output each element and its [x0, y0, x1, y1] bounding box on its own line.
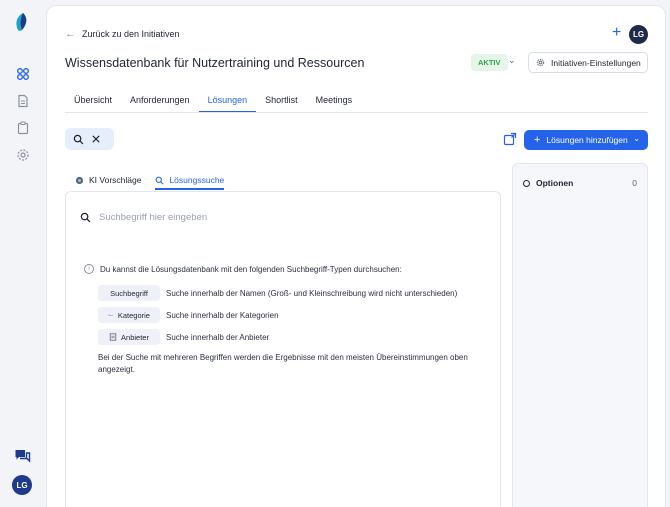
add-solutions-button[interactable]: + Lösungen hinzufügen ⌄: [524, 130, 648, 150]
search-type-desc: Suche innerhalb der Anbieter: [166, 332, 270, 342]
export-icon[interactable]: [503, 132, 517, 146]
status-badge[interactable]: AKTIV: [471, 54, 508, 71]
options-label: Optionen: [536, 178, 574, 188]
info-intro: i Du kannst die Lösungsdatenbank mit den…: [84, 264, 402, 274]
app-logo-icon[interactable]: [14, 12, 30, 32]
options-panel: Optionen 0: [512, 163, 648, 507]
solution-subtabs: KI Vorschläge Lösungssuche: [75, 173, 238, 190]
tab-solutions[interactable]: Lösungen: [198, 91, 257, 113]
tab-shortlist[interactable]: Shortlist: [256, 91, 307, 113]
page-title: Wissensdatenbank für Nutzertraining und …: [65, 56, 365, 70]
subtab-search-label: Lösungssuche: [169, 175, 225, 185]
tab-bar: Übersicht Anforderungen Lösungen Shortli…: [65, 91, 361, 113]
user-avatar-top[interactable]: LG: [629, 25, 648, 44]
chip-label: Suchbegriff: [110, 288, 148, 298]
plus-icon[interactable]: +: [612, 25, 621, 41]
gear-icon: [536, 58, 545, 67]
arrow-left-icon: ←: [65, 28, 76, 40]
info-icon: i: [84, 264, 94, 274]
tab-overview[interactable]: Übersicht: [65, 91, 121, 113]
search-row: [80, 212, 399, 223]
back-link[interactable]: ← Zurück zu den Initiativen: [65, 28, 180, 40]
chevron-down-icon[interactable]: ⌄: [633, 134, 640, 143]
search-type-desc: Suche innerhalb der Namen (Groß- und Kle…: [166, 288, 458, 298]
search-input[interactable]: [99, 212, 399, 223]
settings-button-label: Initiativen-Einstellungen: [551, 57, 641, 68]
search-footnote: Bei der Suche mit mehreren Begriffen wer…: [98, 353, 468, 374]
close-icon[interactable]: [92, 135, 100, 143]
chip-label: Kategorie: [117, 310, 150, 320]
document-icon[interactable]: [16, 94, 30, 108]
document-icon: [109, 333, 117, 341]
search-type-row: ⌙ Kategorie Suche innerhalb der Kategori…: [98, 307, 279, 323]
radio-ring-icon: [523, 179, 530, 187]
subtab-solution-search[interactable]: Lösungssuche: [155, 173, 224, 190]
settings-icon[interactable]: [16, 148, 30, 162]
clipboard-icon[interactable]: [16, 121, 30, 135]
search-type-row: Suchbegriff Suche innerhalb der Namen (G…: [98, 285, 457, 301]
plus-icon: +: [534, 134, 541, 146]
search-toggle[interactable]: [65, 128, 114, 150]
search-type-row: Anbieter Suche innerhalb der Anbieter: [98, 329, 269, 345]
tree-icon: ⌙: [108, 312, 114, 319]
chip-category: ⌙ Kategorie: [98, 307, 160, 323]
dashboard-icon[interactable]: [16, 67, 30, 81]
subtab-ai-suggestions[interactable]: KI Vorschläge: [75, 173, 141, 190]
user-avatar[interactable]: LG: [12, 475, 32, 495]
tab-requirements[interactable]: Anforderungen: [121, 91, 199, 113]
chip-vendor: Anbieter: [98, 329, 160, 345]
add-solutions-label: Lösungen hinzufügen: [546, 135, 628, 145]
tab-divider: [65, 112, 648, 113]
ai-icon: [75, 176, 84, 184]
initiative-settings-button[interactable]: Initiativen-Einstellungen: [528, 52, 648, 73]
solution-search-card: i Du kannst die Lösungsdatenbank mit den…: [65, 191, 501, 507]
back-link-label: Zurück zu den Initiativen: [82, 29, 180, 39]
chevron-down-icon[interactable]: ⌄: [508, 55, 516, 66]
search-icon[interactable]: [73, 134, 84, 145]
options-count: 0: [632, 178, 637, 188]
chip-label: Anbieter: [121, 332, 149, 342]
subtab-ai-label: KI Vorschläge: [89, 175, 142, 185]
left-rail: LG: [0, 0, 46, 507]
chat-icon[interactable]: [14, 448, 31, 465]
info-intro-text: Du kannst die Lösungsdatenbank mit den f…: [100, 264, 402, 274]
tab-meetings[interactable]: Meetings: [307, 91, 362, 113]
options-header[interactable]: Optionen: [523, 178, 573, 188]
search-icon: [80, 212, 91, 223]
search-icon: [156, 176, 164, 184]
search-type-desc: Suche innerhalb der Kategorien: [166, 310, 279, 320]
main-panel: ← Zurück zu den Initiativen + LG Wissens…: [46, 5, 666, 507]
chip-search-term: Suchbegriff: [98, 285, 160, 301]
